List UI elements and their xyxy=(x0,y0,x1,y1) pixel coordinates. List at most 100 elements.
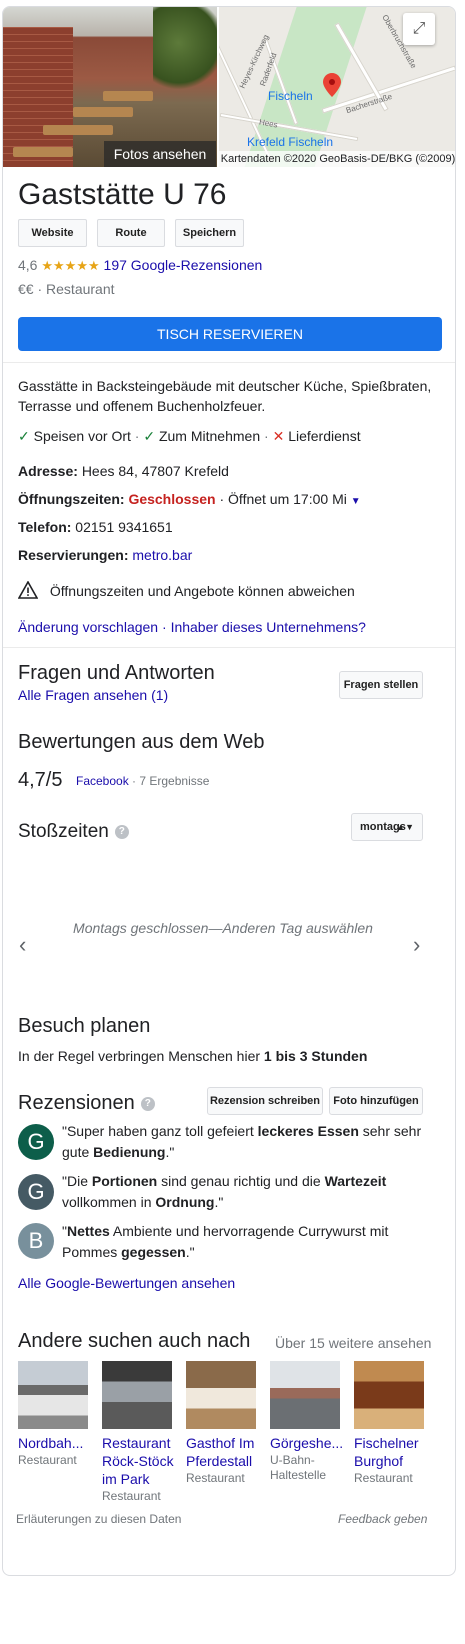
place-name[interactable]: Görgeshe... xyxy=(270,1434,350,1452)
plan-visit-title: Besuch planen xyxy=(18,1015,151,1037)
avatar: G xyxy=(18,1124,54,1160)
price-level: €€ xyxy=(18,281,34,297)
hours-row[interactable]: Öffnungszeiten: Geschlossen · Öffnet um … xyxy=(18,489,361,512)
web-review-count: · 7 Ergebnisse xyxy=(132,774,210,788)
place-type: U-Bahn-Haltestelle xyxy=(270,1453,327,1482)
review-snippet: "Nettes Ambiente und hervorragende Curry… xyxy=(62,1223,389,1260)
web-review-score: 4,7/5 xyxy=(18,769,63,791)
ask-question-button[interactable]: Fragen stellen xyxy=(339,671,423,699)
all-questions-link[interactable]: Alle Fragen ansehen (1) xyxy=(18,687,168,703)
place-type: Restaurant xyxy=(102,1489,161,1503)
place-type: Restaurant xyxy=(186,1471,245,1485)
hours-status: Geschlossen xyxy=(128,491,216,507)
avatar: B xyxy=(18,1223,54,1259)
data-info-link[interactable]: Erläuterungen zu diesen Daten xyxy=(16,1512,181,1526)
rating-stars-icon: ★★★★★ xyxy=(41,258,100,273)
reviews-link[interactable]: 197 Google-Rezensionen xyxy=(104,257,263,273)
review-snippet: "Die Portionen sind genau richtig und di… xyxy=(62,1173,387,1210)
chevron-left-icon[interactable]: ‹ xyxy=(19,932,26,958)
knowledge-panel: Fotos ansehen Heyes-Kirchweg Raderfeld H… xyxy=(2,6,456,1576)
reviews-label: Rezensionen xyxy=(18,1092,135,1114)
claim-business-link[interactable]: Inhaber dieses Unternehmens? xyxy=(171,619,366,635)
place-type: Restaurant xyxy=(18,1453,77,1467)
phone-value[interactable]: 02151 9341651 xyxy=(75,519,172,535)
reviews-title: Rezensionen? xyxy=(18,1090,155,1116)
check-icon: ✓ xyxy=(18,428,30,444)
review-snippet: "Super haben ganz toll gefeiert leckeres… xyxy=(62,1123,422,1160)
map-label-fischeln: Fischeln xyxy=(268,89,313,103)
divider xyxy=(3,362,455,363)
reservations-label: Reservierungen: xyxy=(18,547,129,563)
suggest-edit-link[interactable]: Änderung vorschlagen xyxy=(18,619,158,635)
edit-links: Änderung vorschlagen · Inhaber dieses Un… xyxy=(18,619,366,635)
help-icon[interactable]: ? xyxy=(140,1096,155,1111)
place-name[interactable]: Gasthof Im Pferdestall xyxy=(186,1434,266,1470)
address-value[interactable]: Hees 84, 47807 Krefeld xyxy=(82,463,229,479)
cross-icon: ✕ xyxy=(272,428,285,444)
feedback-link[interactable]: Feedback geben xyxy=(338,1512,427,1526)
service-takeaway: Zum Mitnehmen xyxy=(158,428,261,444)
address-row: Adresse: Hees 84, 47807 Krefeld xyxy=(18,461,229,481)
facebook-link[interactable]: Facebook xyxy=(76,774,129,788)
all-reviews-link[interactable]: Alle Google-Bewertungen ansehen xyxy=(18,1275,235,1291)
hours-label: Öffnungszeiten: xyxy=(18,491,125,507)
save-button[interactable]: Speichern xyxy=(175,219,244,247)
place-name[interactable]: Restaurant Röck-Stöck im Park xyxy=(102,1434,182,1488)
map-label-krefeld-fischeln: Krefeld Fischeln xyxy=(247,135,334,149)
rating-row: 4,6 ★★★★★ 197 Google-Rezensionen xyxy=(18,255,262,276)
popular-times-label: Stoßzeiten xyxy=(18,821,109,842)
warning-icon xyxy=(17,580,39,599)
place-thumbnail[interactable] xyxy=(270,1361,340,1429)
plan-visit-duration: 1 bis 3 Stunden xyxy=(263,1048,368,1064)
phone-label: Telefon: xyxy=(18,519,72,535)
place-thumbnail[interactable] xyxy=(102,1361,172,1429)
expand-map-icon[interactable]: ⤢ xyxy=(403,13,435,45)
service-delivery: Lieferdienst xyxy=(288,428,361,444)
rating-value: 4,6 xyxy=(18,257,38,273)
day-select[interactable]: montags ▲▼ xyxy=(351,813,423,841)
map-copyright: Kartendaten ©2020 GeoBasis-DE/BKG (©2009… xyxy=(219,151,456,167)
also-searched-title: Andere suchen auch nach xyxy=(18,1330,251,1352)
more-results-link[interactable]: Über 15 weitere ansehen xyxy=(275,1335,431,1351)
service-dine-in: Speisen vor Ort xyxy=(33,428,131,444)
qa-title: Fragen und Antworten xyxy=(18,662,215,684)
check-icon: ✓ xyxy=(143,428,156,444)
web-reviews-title: Bewertungen aus dem Web xyxy=(18,731,265,753)
place-type: Restaurant xyxy=(354,1471,413,1485)
category-row: €€ · Restaurant xyxy=(18,281,115,297)
plan-visit-prefix: In der Regel verbringen Menschen hier xyxy=(18,1048,264,1064)
reservations-link[interactable]: metro.bar xyxy=(132,547,192,563)
avatar: G xyxy=(18,1174,54,1210)
web-review-source-row: Facebook · 7 Ergebnisse xyxy=(76,774,209,788)
sort-arrows-icon: ▲▼ xyxy=(396,822,414,832)
place-thumbnail[interactable] xyxy=(354,1361,424,1429)
warning-text: Öffnungszeiten und Angebote können abwei… xyxy=(49,583,355,599)
phone-row: Telefon: 02151 9341651 xyxy=(18,517,173,537)
description: Gasstätte in Backsteingebäude mit deutsc… xyxy=(18,378,432,414)
write-review-button[interactable]: Rezension schreiben xyxy=(207,1087,323,1115)
route-button[interactable]: Route xyxy=(97,219,165,247)
website-button[interactable]: Website xyxy=(18,219,87,247)
plan-visit-text: In der Regel verbringen Menschen hier 1 … xyxy=(18,1046,367,1066)
address-label: Adresse: xyxy=(18,463,78,479)
reservations-row: Reservierungen: metro.bar xyxy=(18,545,192,565)
reserve-table-button[interactable]: TISCH RESERVIEREN xyxy=(18,317,442,351)
chevron-right-icon[interactable]: › xyxy=(413,932,420,958)
services-row: ✓ Speisen vor Ort · ✓ Zum Mitnehmen · ✕ … xyxy=(18,428,361,444)
chevron-down-icon[interactable]: ▼ xyxy=(351,496,361,507)
place-thumbnail[interactable] xyxy=(18,1361,88,1429)
category: Restaurant xyxy=(46,281,115,297)
view-photos-button[interactable]: Fotos ansehen xyxy=(104,141,216,167)
location-pin-icon xyxy=(323,73,341,97)
popular-times-closed-message: Montags geschlossen—Anderen Tag auswähle… xyxy=(73,920,373,936)
place-thumbnail[interactable] xyxy=(186,1361,256,1429)
hours-next: · Öffnet um 17:00 Mi xyxy=(219,491,347,507)
place-name[interactable]: Nordbah... xyxy=(18,1434,98,1452)
warning-row: Öffnungszeiten und Angebote können abwei… xyxy=(17,580,355,601)
business-name: Gaststätte U 76 xyxy=(18,178,227,211)
place-name[interactable]: Fischelner Burghof xyxy=(354,1434,434,1470)
divider xyxy=(3,647,455,648)
popular-times-title: Stoßzeiten? xyxy=(18,819,129,845)
help-icon[interactable]: ? xyxy=(114,824,129,839)
add-photo-button[interactable]: Foto hinzufügen xyxy=(329,1087,423,1115)
